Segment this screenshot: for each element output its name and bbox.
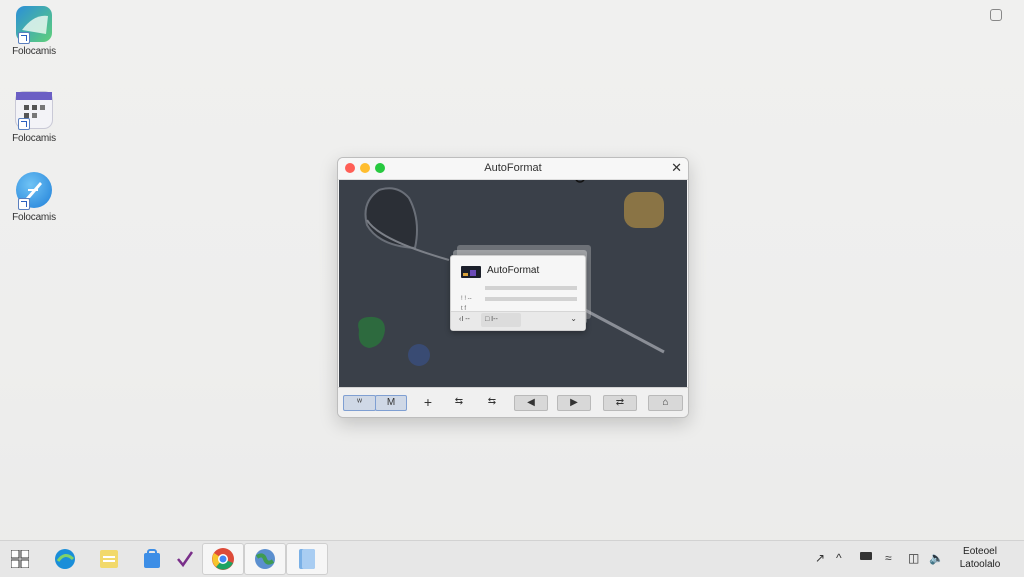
- store-icon: [144, 549, 160, 568]
- clock[interactable]: Eoteoel Latoolalo: [950, 545, 1010, 571]
- dropdown-chevron-icon[interactable]: ⌄: [570, 314, 577, 323]
- taskbar: ↗ ^ ≈ ◫ 🔈 Eoteoel Latoolalo: [0, 540, 1024, 577]
- shortcut-arrow-icon: [18, 32, 30, 44]
- volume-icon[interactable]: 🔈: [929, 551, 944, 565]
- start-button[interactable]: [0, 543, 40, 575]
- window-toolbar: ʷ M + ⇆ ⇆ ◀ ▶ ⇄ ⌂: [338, 387, 688, 417]
- dialog-title: AutoFormat: [487, 265, 540, 276]
- canvas-area[interactable]: AutoFormat ! ! ‑‑ t f ‹I ‑‑ □ I‑‑ ⌄: [339, 180, 687, 387]
- shortcut-arrow-icon: [18, 118, 30, 130]
- screen-icon[interactable]: [860, 552, 872, 560]
- taskbar-app-active[interactable]: [244, 543, 286, 575]
- checkmark-icon: [177, 551, 194, 568]
- taskbar-chrome[interactable]: [202, 543, 244, 575]
- add-icon[interactable]: +: [418, 395, 438, 409]
- desktop-icon-2[interactable]: Folocamis: [2, 91, 66, 144]
- toolbar-button-1[interactable]: ʷ: [343, 395, 376, 411]
- autoformat-dialog: AutoFormat ! ! ‑‑ t f ‹I ‑‑ □ I‑‑ ⌄: [450, 255, 586, 331]
- image-thumbnail-icon: [461, 266, 481, 278]
- calendar-app-icon: [15, 91, 53, 130]
- pen-app-icon: [16, 172, 52, 210]
- taskbar-notes[interactable]: [89, 543, 129, 575]
- dialog-footer-left[interactable]: ‹I ‑‑: [459, 316, 470, 323]
- dialog-row-label: ! ! ‑‑: [461, 296, 472, 302]
- desktop-icon-label: Folocamis: [12, 212, 56, 223]
- taskbar-files[interactable]: [286, 543, 328, 575]
- align-button[interactable]: ⇄: [603, 395, 637, 411]
- taskbar-check[interactable]: [167, 543, 203, 575]
- autoformat-window: AutoFormat ✕ AutoFormat ! ! ‑‑ t f ‹I ‑‑…: [337, 157, 689, 418]
- chrome-icon: [212, 548, 234, 570]
- notification-icon[interactable]: [990, 9, 1002, 21]
- dialog-row-bar: [485, 286, 577, 290]
- desktop-icon-1[interactable]: Folocamis: [2, 6, 66, 57]
- notes-icon: [100, 550, 118, 568]
- paint-app-icon: [16, 6, 52, 44]
- shortcut-arrow-icon: [18, 198, 30, 210]
- tray-overflow-chevron[interactable]: ^: [836, 551, 842, 565]
- window-titlebar[interactable]: AutoFormat ✕: [338, 158, 688, 180]
- clear-button[interactable]: ⌂: [648, 395, 683, 411]
- close-icon[interactable]: ✕: [671, 160, 682, 176]
- toolbar-button-2[interactable]: M: [375, 395, 407, 411]
- desktop-icon-3[interactable]: Folocamis: [2, 172, 66, 223]
- window-title: AutoFormat: [484, 162, 542, 174]
- swap-icon[interactable]: ⇆: [482, 395, 502, 409]
- next-button[interactable]: ▶: [557, 395, 591, 411]
- document-icon: [299, 549, 315, 569]
- prev-button[interactable]: ◀: [514, 395, 548, 411]
- dialog-footer-button[interactable]: □ I‑‑: [481, 313, 521, 327]
- swap-icon[interactable]: ⇆: [449, 395, 469, 409]
- tray-arrow-icon[interactable]: ↗: [815, 551, 825, 565]
- taskbar-store[interactable]: [132, 543, 172, 575]
- desktop-icon-label: Folocamis: [12, 46, 56, 57]
- clock-line-2: Latoolalo: [959, 559, 1001, 570]
- desktop-icon-label: Folocamis: [12, 133, 56, 144]
- dialog-row-bar: [485, 297, 577, 301]
- battery-icon[interactable]: ◫: [908, 551, 919, 565]
- globe-app-icon: [255, 549, 275, 569]
- clock-line-1: Eoteoel: [963, 546, 997, 557]
- taskbar-edge[interactable]: [45, 543, 85, 575]
- edge-icon: [55, 549, 75, 569]
- network-icon[interactable]: ≈: [885, 551, 892, 565]
- windows-icon: [11, 550, 29, 568]
- dialog-footer: ‹I ‑‑ □ I‑‑ ⌄: [451, 311, 585, 330]
